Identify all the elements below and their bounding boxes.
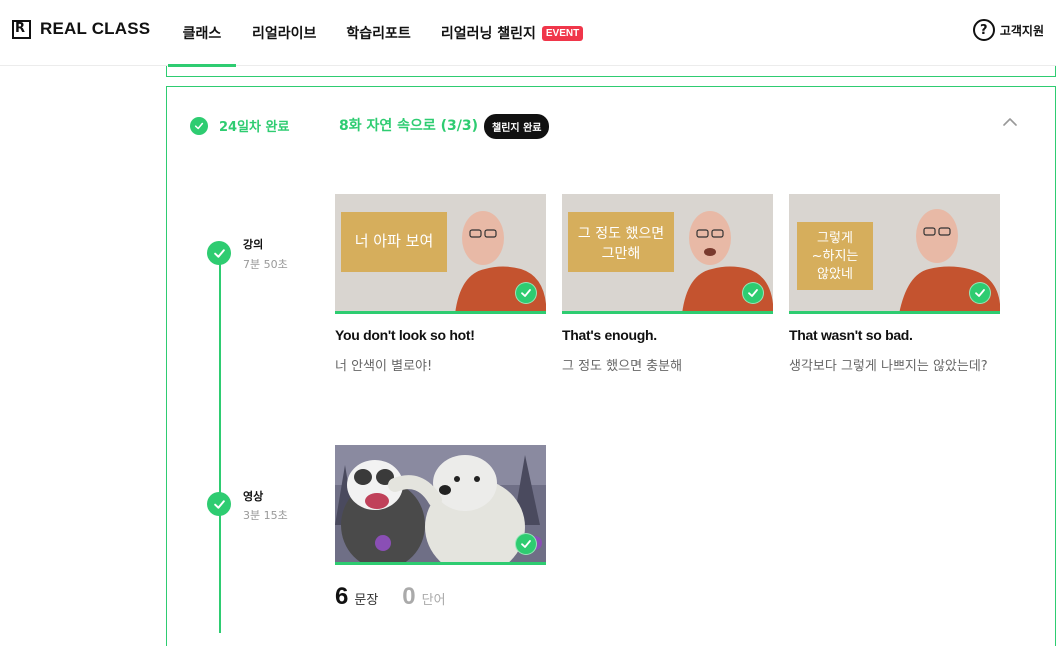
help-icon: ? <box>972 19 995 41</box>
challenge-complete-badge: 챌린지 완료 <box>484 114 550 139</box>
lecture-section-title: 강의 <box>243 238 264 251</box>
support-label: 고객지원 <box>999 23 1044 38</box>
support-button[interactable]: ? 고객지원 <box>972 19 1044 41</box>
progress-bar <box>562 311 773 314</box>
sentence-count: 6 <box>335 583 349 610</box>
video-thumbnail[interactable] <box>335 445 546 565</box>
sentence-label: 문장 <box>354 593 379 608</box>
timeline-line <box>219 253 221 633</box>
word-count: 0 <box>402 583 416 610</box>
previous-day-box <box>166 66 1056 77</box>
board-text: ~하지는 <box>812 249 859 264</box>
video-section-title: 영상 <box>243 490 264 503</box>
word-label: 단어 <box>421 593 446 608</box>
logo[interactable]: R REAL CLASS <box>12 19 150 39</box>
lesson-subtitle: 너 안색이 별로야! <box>335 359 433 374</box>
progress-bar <box>335 311 546 314</box>
lesson-card-3[interactable]: 그렇게 ~하지는 않았네 That wasn't so bad. 생각보다 그렇… <box>789 194 1000 374</box>
board-text: 그만해 <box>602 246 641 262</box>
board-text: 그렇게 <box>817 231 853 246</box>
progress-bar <box>789 311 1000 314</box>
lesson-card-1[interactable]: 너 아파 보여 You don't look so hot! 너 안색이 별로야… <box>335 194 546 374</box>
complete-check-icon <box>742 282 764 304</box>
day-status-label: 24일차 완료 <box>219 120 290 135</box>
top-header: R REAL CLASS 클래스 리얼라이브 학습리포트 리얼러닝 챌린지 EV… <box>0 0 1056 67</box>
board-text: 너 아파 보여 <box>355 232 434 250</box>
nav-class[interactable]: 클래스 <box>168 0 236 67</box>
logo-text: REAL CLASS <box>40 19 151 38</box>
lesson-title: That wasn't so bad. <box>789 327 913 343</box>
nav-real-live[interactable]: 리얼라이브 <box>252 0 316 66</box>
lesson-thumbnail[interactable]: 그렇게 ~하지는 않았네 <box>789 194 1000 314</box>
lesson-subtitle: 그 정도 했으면 충분해 <box>562 359 683 374</box>
complete-check-icon <box>969 282 991 304</box>
logo-mark: R <box>12 19 31 39</box>
lesson-card-2[interactable]: 그 정도 했으면 그만해 That's enough. 그 정도 했으면 충분해 <box>562 194 773 374</box>
lesson-subtitle: 생각보다 그렇게 나쁘지는 않았는데? <box>789 359 988 374</box>
main-nav: 클래스 리얼라이브 학습리포트 리얼러닝 챌린지 EVENT <box>168 0 584 67</box>
progress-bar <box>335 562 546 565</box>
lecture-duration: 7분 50초 <box>243 258 288 271</box>
lesson-title: You don't look so hot! <box>335 327 475 343</box>
complete-check-icon <box>515 533 537 555</box>
nav-challenge[interactable]: 리얼러닝 챌린지 EVENT <box>441 0 584 66</box>
board-text: 그 정도 했으면 <box>578 226 664 242</box>
day-status: 24일차 완료 <box>190 116 289 135</box>
event-badge: EVENT <box>541 25 584 41</box>
complete-check-icon <box>515 282 537 304</box>
nav-learning-report[interactable]: 학습리포트 <box>346 0 410 66</box>
board-text: 않았네 <box>817 267 853 282</box>
lecture-check-icon <box>207 241 231 265</box>
lesson-thumbnail[interactable]: 그 정도 했으면 그만해 <box>562 194 773 314</box>
check-icon <box>190 116 208 135</box>
video-check-icon <box>207 492 231 516</box>
episode-title: 8화 자연 속으로 (3/3) <box>339 118 479 134</box>
video-duration: 3분 15초 <box>243 509 288 522</box>
lesson-thumbnail[interactable]: 너 아파 보여 <box>335 194 546 314</box>
lesson-title: That's enough. <box>562 327 657 343</box>
video-stats: 6 문장 0 단어 <box>335 583 446 611</box>
video-card[interactable] <box>335 445 546 565</box>
collapse-chevron-icon[interactable] <box>1000 112 1020 132</box>
